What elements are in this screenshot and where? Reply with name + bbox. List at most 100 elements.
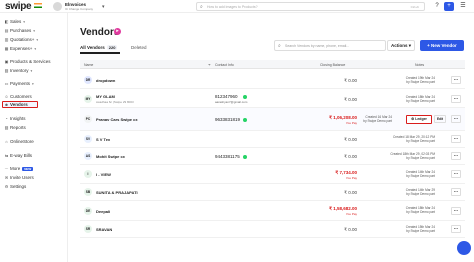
products-icon: ▣ xyxy=(4,59,9,64)
global-search-input[interactable]: ⌕ How to add images to Products? Ctrl+K xyxy=(196,2,425,11)
row-more-button[interactable]: ... xyxy=(451,207,461,215)
actions-dropdown[interactable]: Actions ▾ xyxy=(387,40,415,51)
filter-icon[interactable]: ⏷ xyxy=(208,63,211,67)
whatsapp-icon[interactable] xyxy=(243,95,247,99)
store-icon: ⌂ xyxy=(5,139,8,144)
chevron-down-icon[interactable]: ▾ xyxy=(102,4,105,10)
swipe-logo[interactable]: swipe xyxy=(5,1,32,12)
caret-icon: ▾ xyxy=(30,68,33,73)
balance-direction: You Pay xyxy=(345,176,357,180)
row-more-button[interactable]: ... xyxy=(451,95,461,103)
tab-all-vendors[interactable]: All Vendors 220 xyxy=(80,45,118,50)
sidebar-item-onlinestore[interactable]: ⌂ OnlineStore xyxy=(3,138,65,145)
caret-icon: ▾ xyxy=(33,28,36,33)
chat-support-icon[interactable] xyxy=(457,241,471,255)
sidebar-item-payments[interactable]: ▭ Payments ▾ xyxy=(3,80,65,87)
sidebar-item-purchases[interactable]: ▤ Purchases ▾ xyxy=(3,27,65,34)
vendor-name[interactable]: I - VIEW xyxy=(96,172,111,177)
avatar: AS xyxy=(84,152,92,160)
caret-icon: ▾ xyxy=(34,46,37,51)
payments-icon: ▭ xyxy=(4,81,9,86)
row-more-button[interactable]: ... xyxy=(451,152,461,160)
quick-add-button[interactable]: + xyxy=(444,2,454,11)
reports-icon: ▨ xyxy=(4,125,9,130)
settings-icon: ⚙ xyxy=(4,184,9,189)
table-row[interactable]: SB SUNITA & PRAJAPATI ₹ 0.00 Created 14t… xyxy=(80,184,465,201)
tab-count: 220 xyxy=(106,45,118,50)
row-more-button[interactable]: ... xyxy=(451,135,461,143)
sidebar-item-products[interactable]: ▣ Products & Services xyxy=(3,58,65,65)
vendor-subtitle: swadhaa 6c (Swipe 29 8003 xyxy=(96,100,134,104)
vendor-name[interactable]: Deepali xyxy=(96,209,110,214)
whatsapp-icon[interactable] xyxy=(243,155,247,159)
avatar: SB xyxy=(84,188,92,196)
vendor-name[interactable]: Mohit Swipe cx xyxy=(96,154,125,159)
header-balance: Closing Balance xyxy=(320,63,346,67)
video-play-icon[interactable]: ▸ xyxy=(114,28,121,35)
table-row[interactable]: SV S V Tex ₹ 0.00 Created 18 Mar 29, 20:… xyxy=(80,131,465,148)
vendor-name[interactable]: SRAVAN xyxy=(96,227,112,232)
vendor-name[interactable]: dropdown xyxy=(96,78,115,83)
sidebar-item-customers[interactable]: ☺ Customers xyxy=(3,93,65,100)
row-notes: Created 18th Mar 24 by Swipe Demo part xyxy=(405,95,435,103)
table-row[interactable]: DR dropdown ₹ 0.00 Created 19th Mar 24 by… xyxy=(80,71,465,89)
row-notes: Created 19th Mar 24 by Swipe Demo part xyxy=(405,76,435,84)
row-notes: Created 14th Mar 24 by Swipe Demo part xyxy=(405,170,435,178)
sidebar: ◧ Sales ▾ ▤ Purchases ▾ ▥ Quotations+ ▾ ▦ Expen… xyxy=(0,13,68,262)
header-notes: Notes xyxy=(415,63,425,67)
row-notes: Created 15th Mar 24 by Swipe Demo part xyxy=(405,225,435,233)
more-icon: ⋯ xyxy=(4,166,9,171)
search-shortcut: Ctrl+K xyxy=(410,5,419,9)
row-notes: Created 18 Mar 29, 20:12 PM by Swipe Demo… xyxy=(393,135,435,143)
whatsapp-icon[interactable] xyxy=(243,118,247,122)
vendor-name[interactable]: S V Tex xyxy=(96,137,110,142)
vendor-name[interactable]: MY GLAM xyxy=(96,94,115,99)
vendor-search-input[interactable]: ⌕ Search Vendors by name, phone, email..… xyxy=(274,40,386,51)
table-row[interactable]: MY MY GLAM swadhaa 6c (Swipe 29 8003 812… xyxy=(80,89,465,108)
sidebar-item-expenses[interactable]: ▦ Expenses+ ▾ xyxy=(3,45,65,52)
sidebar-item-invite-users[interactable]: ✉ Invite Users xyxy=(3,174,65,181)
company-avatar[interactable] xyxy=(53,2,62,11)
avatar: MY xyxy=(84,95,92,103)
sidebar-item-reports[interactable]: ▨ Reports xyxy=(3,124,65,131)
table-row[interactable]: DE Deepali ₹ 1,58,682.00 You Pay Created… xyxy=(80,201,465,221)
tab-deleted[interactable]: Deleted xyxy=(131,45,147,50)
chevron-down-icon: ▾ xyxy=(408,43,412,48)
purchases-icon: ▤ xyxy=(4,28,9,33)
sidebar-item-inventory[interactable]: ▧ Inventory ▾ xyxy=(3,67,65,74)
search-icon: ⌕ xyxy=(200,4,203,10)
sidebar-item-sales[interactable]: ◧ Sales ▾ xyxy=(3,18,65,25)
table-row[interactable]: PC Pranav Cars Swipe cx 9633831819 ₹ 1,0… xyxy=(80,108,465,131)
row-more-button[interactable]: ... xyxy=(451,225,461,233)
sidebar-item-more[interactable]: ⋯ More NEW xyxy=(3,165,65,172)
new-vendor-button[interactable]: + New Vendor xyxy=(420,40,464,51)
help-icon[interactable]: ? xyxy=(432,2,442,11)
header-contact: Contact Info xyxy=(215,63,234,67)
ledger-button[interactable]: ⚙ Ledger xyxy=(406,115,432,124)
new-badge: NEW xyxy=(22,166,34,171)
caret-icon: ▾ xyxy=(23,19,26,24)
sidebar-item-insights[interactable]: ◔ Insights xyxy=(3,115,65,122)
balance-direction: You Pay xyxy=(345,121,357,125)
vendor-name[interactable]: SUNITA & PRAJAPATI xyxy=(96,190,138,195)
vendor-name[interactable]: Pranav Cars Swipe cx xyxy=(96,117,138,122)
edit-button[interactable]: Edit xyxy=(434,115,446,123)
top-bar: swipe Elnvoices IC Change Company ▾ ⌕ Ho… xyxy=(0,0,474,13)
sidebar-item-settings[interactable]: ⚙ Settings xyxy=(3,183,65,190)
menu-icon[interactable]: ☰ xyxy=(458,2,468,11)
row-notes: Created 18th Mar 29, 02:03 PM by Swipe De… xyxy=(390,152,435,160)
closing-balance: ₹ 0.00 xyxy=(344,137,357,142)
customers-icon: ☺ xyxy=(4,94,9,99)
avatar: PC xyxy=(84,115,92,123)
table-row[interactable]: SR SRAVAN ₹ 0.00 Created 15th Mar 24 by S… xyxy=(80,221,465,238)
table-row[interactable]: I I - VIEW ₹ 7,734.00 You Pay Created 14… xyxy=(80,165,465,184)
caret-icon: ▾ xyxy=(36,37,39,42)
sidebar-item-eway-bills[interactable]: ⇆ E-way Bills xyxy=(3,152,65,159)
row-more-button[interactable]: ... xyxy=(451,76,461,84)
sidebar-item-quotations[interactable]: ▥ Quotations+ ▾ xyxy=(3,36,65,43)
row-more-button[interactable]: ... xyxy=(451,188,461,196)
sidebar-item-vendors[interactable]: ☻ Vendors xyxy=(2,101,38,108)
row-more-button[interactable]: ... xyxy=(451,170,461,178)
table-row[interactable]: AS Mohit Swipe cx 9443381175 ₹ 0.00 Crea… xyxy=(80,148,465,165)
row-more-button[interactable]: ... xyxy=(451,115,461,123)
